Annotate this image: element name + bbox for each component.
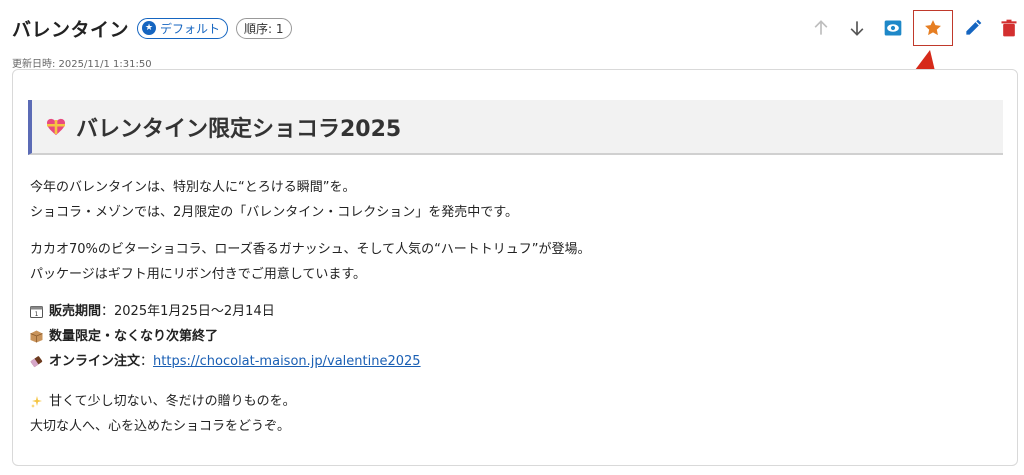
package-icon <box>30 330 43 343</box>
sales-period-item: 1 販売期間 ：2025年1月25日〜2月14日 <box>30 299 421 324</box>
closing-line-2: 大切な人へ、心を込めたショコラをどうぞ。 <box>30 419 291 434</box>
set-default-button[interactable] <box>913 10 953 46</box>
online-order-label: オンライン注文 <box>49 354 141 369</box>
sparkles-icon <box>31 396 42 408</box>
limited-item: 数量限定・なくなり次第終了 <box>30 324 421 349</box>
header: バレンタイン ★ デフォルト 順序: 1 <box>12 14 292 42</box>
chocolate-icon <box>30 356 43 368</box>
online-order-item: オンライン注文 ： https://chocolat-maison.jp/val… <box>30 349 421 374</box>
move-down-button[interactable] <box>841 12 873 44</box>
star-icon: ★ <box>142 21 157 35</box>
content-card: バレンタイン限定ショコラ2025 今年のバレンタインは、特別な人に“とろける瞬間… <box>12 69 1018 466</box>
description-line-1: カカオ70%のビターショコラ、ローズ香るガナッシュ、そして人気の“ハートトリュフ… <box>30 242 591 257</box>
details-list: 1 販売期間 ：2025年1月25日〜2月14日 数量限定・なくなり次第終了 オ… <box>30 299 421 374</box>
online-order-link[interactable]: https://chocolat-maison.jp/valentine2025 <box>153 349 421 374</box>
calendar-icon: 1 <box>30 306 43 318</box>
intro-line-1: 今年のバレンタインは、特別な人に“とろける瞬間”を。 <box>30 180 356 195</box>
default-badge-label: デフォルト <box>160 21 221 36</box>
pencil-icon <box>966 19 982 35</box>
order-badge: 順序: 1 <box>236 17 292 39</box>
content-heading: バレンタイン限定ショコラ2025 <box>28 100 1003 155</box>
arrow-down-icon <box>850 21 864 36</box>
preview-button[interactable] <box>877 12 909 44</box>
eye-icon <box>884 20 902 36</box>
updated-timestamp: 更新日時: 2025/11/1 1:31:50 <box>12 59 152 70</box>
online-order-separator: ： <box>140 354 154 369</box>
sales-period-value: ：2025年1月25日〜2月14日 <box>101 304 275 319</box>
description-line-2: パッケージはギフト用にリボン付きでご用意しています。 <box>30 267 367 282</box>
closing-line-1: 甘くて少し切ない、冬だけの贈りものを。 <box>30 389 296 414</box>
closing-line-1-text: 甘くて少し切ない、冬だけの贈りものを。 <box>49 394 296 409</box>
svg-text:1: 1 <box>35 311 39 318</box>
edit-button[interactable] <box>957 12 989 44</box>
star-icon <box>925 20 941 36</box>
limited-label: 数量限定・なくなり次第終了 <box>49 329 219 344</box>
toolbar <box>805 10 1024 46</box>
intro-paragraph: 今年のバレンタインは、特別な人に“とろける瞬間”を。 ショコラ・メゾンでは、2月… <box>30 175 518 225</box>
gift-heart-icon <box>47 118 65 135</box>
trash-icon <box>1001 19 1017 37</box>
intro-line-2: ショコラ・メゾンでは、2月限定の「バレンタイン・コレクション」を発売中です。 <box>30 205 518 220</box>
move-up-button[interactable] <box>805 12 837 44</box>
page-title: バレンタイン <box>12 18 130 41</box>
content-heading-text: バレンタイン限定ショコラ2025 <box>76 116 402 142</box>
sales-period-label: 販売期間 <box>49 304 102 319</box>
default-badge: ★ デフォルト <box>137 17 229 39</box>
arrow-up-icon <box>814 20 828 35</box>
delete-button[interactable] <box>993 12 1024 44</box>
closing-paragraph: 甘くて少し切ない、冬だけの贈りものを。 大切な人へ、心を込めたショコラをどうぞ。 <box>30 389 296 439</box>
description-paragraph: カカオ70%のビターショコラ、ローズ香るガナッシュ、そして人気の“ハートトリュフ… <box>30 237 591 287</box>
